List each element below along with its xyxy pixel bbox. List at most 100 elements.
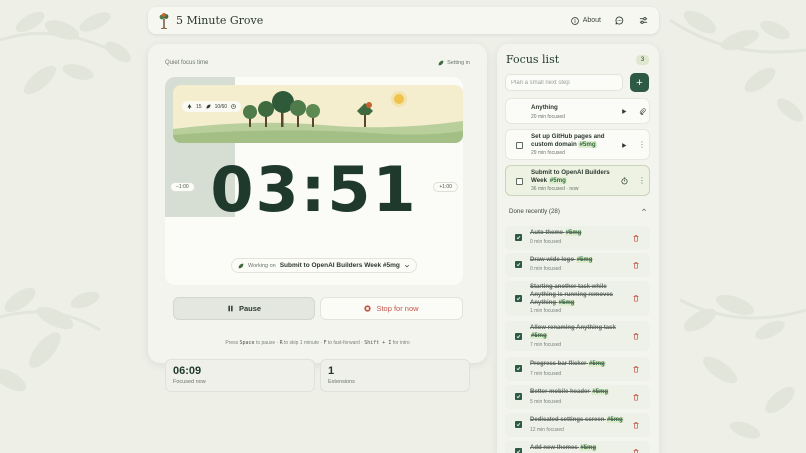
trash-icon[interactable] [632,448,640,453]
task-tag: #5mg [579,445,598,451]
check-icon [516,236,521,240]
stat-value: 1 [328,365,335,377]
task-card[interactable]: Anything 20 min focused [505,98,650,124]
task-menu-button[interactable]: ⋮ [638,175,646,187]
task-checkbox[interactable] [516,142,523,149]
chevron-up-icon[interactable] [641,207,647,215]
task-title: Submit to OpenAI Builders Week #5mg [531,169,611,185]
timer-card: Quiet focus time Setting in 15 10/60 −1:… [148,44,487,392]
leaf-icon [438,60,444,66]
task-tag: #5mg [606,417,624,423]
grove-stats-chip[interactable]: 15 10/60 [182,101,242,112]
done-checkbox[interactable] [515,393,522,400]
done-task-card[interactable]: Starting another task while Anything is … [505,281,650,316]
done-checkbox[interactable] [515,448,522,453]
done-title-text: Allow renaming Anything task [530,325,616,331]
task-tag: #5mg [548,177,567,184]
leaf-icon [238,263,244,268]
done-task-card[interactable]: Allow renaming Anything task #5mg 7 min … [505,321,650,351]
brand[interactable]: 5 Minute Grove [158,12,263,29]
new-task-input[interactable] [505,74,623,91]
trash-icon[interactable] [632,261,640,269]
done-task-card[interactable]: Better mobile header #5mg 5 min focused [505,385,650,409]
done-checkbox[interactable] [515,234,522,241]
chat-bubble-icon [614,16,623,25]
done-title-text: Progress bar flicker [530,361,587,367]
task-meta: 36 min focused · now [531,186,579,192]
top-bar: 5 Minute Grove About [148,7,659,34]
timer-status-button[interactable] [618,175,630,187]
focus-list-title: Focus list [506,53,560,66]
done-task-card[interactable]: Progress bar flicker #5mg 7 min focused [505,357,650,381]
stat-focused-now: 06:09 Focused now [165,359,315,392]
pin-task-button[interactable] [636,105,648,117]
start-task-button[interactable] [618,105,630,117]
trash-icon[interactable] [632,294,640,302]
pause-button[interactable]: Pause [173,297,315,320]
done-checkbox[interactable] [515,365,522,372]
start-task-button[interactable] [618,139,630,151]
check-icon [516,367,521,371]
check-icon [516,263,521,267]
chevron-down-icon [404,264,409,267]
working-on-selector[interactable]: Working on Submit to OpenAI Builders Wee… [231,258,417,273]
pause-label: Pause [238,304,262,313]
done-meta: 7 min focused [530,371,562,377]
trash-icon[interactable] [632,421,640,429]
done-meta: 5 min focused [530,399,562,405]
done-task-card[interactable]: Auto theme #5mg 0 min focused [505,226,650,250]
done-meta: 0 min focused [530,239,562,245]
done-checkbox[interactable] [515,421,522,428]
hint-text: Press [225,340,240,346]
trash-icon[interactable] [632,365,640,373]
task-card-active[interactable]: Submit to OpenAI Builders Week #5mg 36 m… [505,165,650,196]
setting-label: Setting in [447,60,470,66]
done-title-text: Better mobile header [530,389,590,395]
tree-logo-icon [159,12,169,29]
done-title: Add new themes #5mg [530,444,630,452]
done-task-card[interactable]: Draw wide logo #5mg 0 min focused [505,253,650,277]
stopwatch-icon [620,177,628,185]
settings-button[interactable] [637,15,649,27]
add-task-button[interactable]: + [630,73,649,92]
done-checkbox[interactable] [515,295,522,302]
setting-status: Setting in [438,60,470,66]
pause-icon [228,305,233,312]
check-icon [516,423,521,427]
done-title: Dedicated settings screen #5mg [530,416,630,424]
done-task-card[interactable]: Dedicated settings screen #5mg 12 min fo… [505,413,650,437]
check-icon [516,450,521,453]
hint-text: for intro [391,340,410,346]
task-tag: #5mg [591,389,610,395]
focus-list-panel: Focus list 3 + Anything 20 min focused S… [497,44,659,453]
keyboard-hint: Press Space to pause · R to skip 1 minut… [148,340,487,346]
trash-icon[interactable] [632,393,640,401]
clock-icon [231,104,236,109]
trash-icon[interactable] [632,332,640,340]
stop-label: Stop for now [376,304,419,313]
done-checkbox[interactable] [515,261,522,268]
play-icon [622,142,627,148]
done-meta: 0 min focused [530,266,562,272]
stop-icon [364,305,372,312]
done-task-card[interactable]: Add new themes #5mg [505,441,650,453]
task-tag: #5mg [530,333,548,339]
info-icon [570,16,579,25]
done-recently-header[interactable]: Done recently (28) [509,208,560,215]
task-card[interactable]: Set up GitHub pages and custom domain #5… [505,129,650,160]
grove-scene: 15 10/60 [173,85,463,143]
working-on-task: Submit to OpenAI Builders Week #5mg [279,262,400,269]
stop-button[interactable]: Stop for now [320,297,463,320]
timer-frame: 15 10/60 −1:00 +1:00 03:51 Working on Su… [165,77,463,285]
stat-extensions: 1 Extensions [320,359,470,392]
task-menu-button[interactable]: ⋮ [638,139,646,151]
check-icon [516,297,521,301]
task-title: Anything [531,104,558,111]
task-checkbox[interactable] [516,178,523,185]
tree-count: 15 [196,103,202,110]
chat-button[interactable] [613,15,625,27]
about-button[interactable]: About [570,16,601,25]
trash-icon[interactable] [632,234,640,242]
done-title: Better mobile header #5mg [530,388,630,396]
done-checkbox[interactable] [515,333,522,340]
